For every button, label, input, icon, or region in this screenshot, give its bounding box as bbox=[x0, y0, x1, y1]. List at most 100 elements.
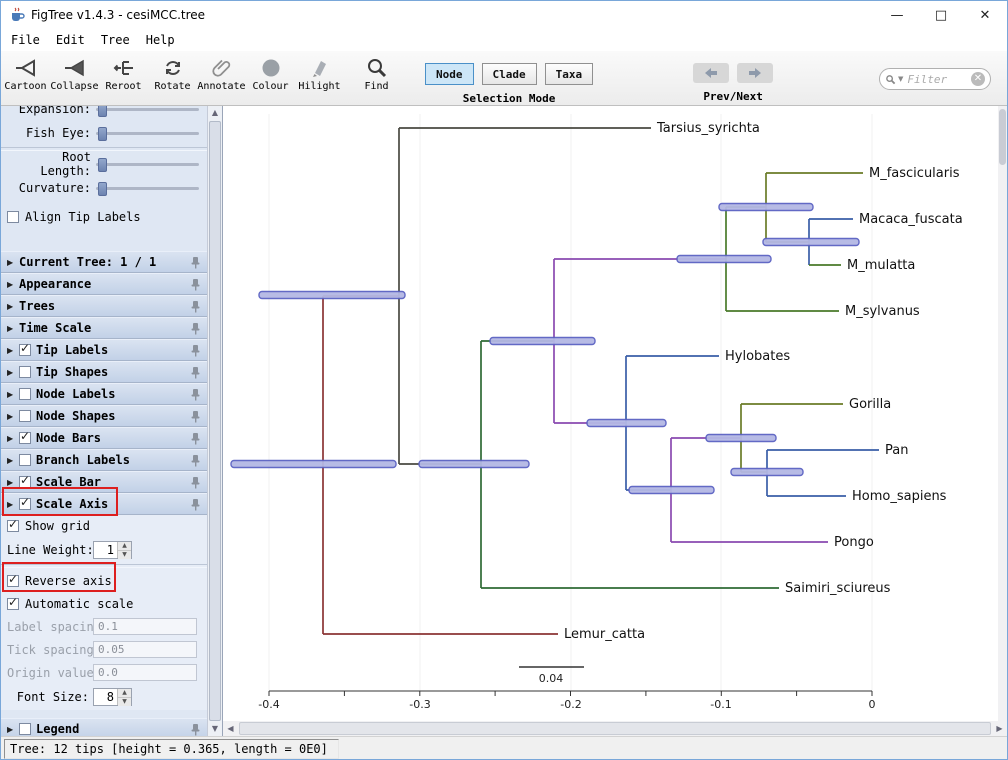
scrollbar-thumb[interactable] bbox=[209, 121, 221, 721]
automatic-scale-checkbox[interactable] bbox=[7, 595, 19, 610]
pin-icon[interactable] bbox=[190, 344, 201, 357]
scrollbar-thumb[interactable] bbox=[999, 109, 1006, 165]
menu-edit[interactable]: Edit bbox=[48, 33, 93, 47]
pin-icon[interactable] bbox=[190, 366, 201, 379]
reroot-button[interactable]: Reroot bbox=[99, 54, 148, 93]
node-labels-checkbox[interactable] bbox=[19, 388, 31, 400]
tip-labels-checkbox[interactable] bbox=[19, 341, 31, 356]
font-size-spinner[interactable]: 8 ▲ ▼ bbox=[93, 688, 132, 706]
spinner-down-icon[interactable]: ▼ bbox=[118, 698, 131, 706]
pin-icon[interactable] bbox=[190, 278, 201, 291]
sidebar-section-current-tree[interactable]: ▶ Current Tree: 1 / 1 bbox=[1, 251, 207, 273]
annotate-button[interactable]: Annotate bbox=[197, 54, 246, 93]
minimize-button[interactable]: — bbox=[875, 1, 919, 29]
sidebar-scrollbar[interactable]: ▲ ▼ bbox=[207, 106, 222, 736]
find-button[interactable]: Find bbox=[352, 54, 401, 93]
spinner-up-icon[interactable]: ▲ bbox=[118, 542, 131, 551]
sidebar-section-tip-shapes[interactable]: ▶ Tip Shapes bbox=[1, 361, 207, 383]
branch-labels-checkbox[interactable] bbox=[19, 454, 31, 466]
pin-icon[interactable] bbox=[190, 432, 201, 445]
sidebar-section-trees[interactable]: ▶ Trees bbox=[1, 295, 207, 317]
taxon-label: Pan bbox=[885, 443, 908, 458]
menu-bar: File Edit Tree Help bbox=[1, 29, 1007, 51]
pin-icon[interactable] bbox=[190, 322, 201, 335]
show-grid-checkbox[interactable] bbox=[7, 517, 19, 532]
selection-mode-taxa[interactable]: Taxa bbox=[544, 63, 594, 85]
expansion-slider[interactable] bbox=[96, 106, 201, 117]
spinner-up-icon[interactable]: ▲ bbox=[118, 689, 131, 698]
spinner-down-icon[interactable]: ▼ bbox=[118, 551, 131, 559]
taxa-labels[interactable]: Tarsius_syrichta M_fascicularis Macaca_f… bbox=[564, 121, 963, 642]
tree-viewport[interactable]: Tarsius_syrichta M_fascicularis Macaca_f… bbox=[223, 106, 998, 721]
scale-axis-checkbox[interactable] bbox=[19, 495, 31, 510]
root-length-slider[interactable] bbox=[96, 156, 201, 172]
taxon-label: Lemur_catta bbox=[564, 627, 645, 642]
pin-icon[interactable] bbox=[190, 723, 201, 736]
prev-next-caption: Prev/Next bbox=[703, 90, 763, 103]
maximize-button[interactable]: □ bbox=[919, 1, 963, 29]
collapse-button[interactable]: Collapse bbox=[50, 54, 99, 93]
line-weight-spinner[interactable]: 1 ▲ ▼ bbox=[93, 541, 132, 559]
sidebar-section-node-labels[interactable]: ▶ Node Labels bbox=[1, 383, 207, 405]
menu-file[interactable]: File bbox=[3, 33, 48, 47]
node-shapes-checkbox[interactable] bbox=[19, 410, 31, 422]
grid-lines bbox=[268, 114, 873, 691]
scale-bar-checkbox[interactable] bbox=[19, 473, 31, 488]
canvas-vertical-scrollbar[interactable] bbox=[998, 106, 1007, 721]
filter-input[interactable] bbox=[905, 71, 969, 87]
reverse-axis-checkbox[interactable] bbox=[7, 572, 19, 587]
tick-spacing-field: 0.05 bbox=[93, 641, 197, 658]
pin-icon[interactable] bbox=[190, 476, 201, 489]
svg-text:-0.4: -0.4 bbox=[258, 698, 279, 711]
tip-shapes-checkbox[interactable] bbox=[19, 366, 31, 378]
fish-eye-slider[interactable] bbox=[96, 125, 201, 141]
menu-tree[interactable]: Tree bbox=[93, 33, 138, 47]
rotate-button[interactable]: Rotate bbox=[148, 54, 197, 93]
figtree-window: FigTree v1.4.3 - cesiMCC.tree — □ ✕ File… bbox=[0, 0, 1008, 760]
close-button[interactable]: ✕ bbox=[963, 1, 1007, 29]
sidebar-section-scale-bar[interactable]: ▶ Scale Bar bbox=[1, 471, 207, 493]
scroll-down-icon[interactable]: ▼ bbox=[208, 722, 222, 736]
sidebar-section-branch-labels[interactable]: ▶ Branch Labels bbox=[1, 449, 207, 471]
selection-mode-node[interactable]: Node bbox=[425, 63, 474, 85]
sidebar-section-node-bars[interactable]: ▶ Node Bars bbox=[1, 427, 207, 449]
chevron-down-icon[interactable]: ▼ bbox=[898, 75, 903, 83]
svg-text:-0.3: -0.3 bbox=[409, 698, 430, 711]
scroll-up-icon[interactable]: ▲ bbox=[208, 106, 222, 120]
cartoon-button[interactable]: Cartoon bbox=[1, 54, 50, 93]
pin-icon[interactable] bbox=[190, 454, 201, 467]
node-bars-checkbox[interactable] bbox=[19, 429, 31, 444]
status-bar: Tree: 12 tips [height = 0.365, length = … bbox=[1, 736, 1007, 759]
scroll-right-icon[interactable]: ▶ bbox=[992, 724, 1007, 733]
legend-checkbox[interactable] bbox=[19, 723, 31, 735]
sidebar-section-tip-labels[interactable]: ▶ Tip Labels bbox=[1, 339, 207, 361]
sidebar-section-appearance[interactable]: ▶ Appearance bbox=[1, 273, 207, 295]
sidebar-section-legend[interactable]: ▶ Legend bbox=[1, 718, 207, 736]
colour-icon bbox=[259, 54, 283, 81]
sidebar-section-time-scale[interactable]: ▶ Time Scale bbox=[1, 317, 207, 339]
chevron-right-icon: ▶ bbox=[7, 345, 14, 355]
align-tip-labels-checkbox[interactable] bbox=[7, 211, 19, 223]
next-button[interactable] bbox=[737, 63, 774, 83]
scrollbar-thumb[interactable] bbox=[239, 722, 991, 735]
tree-status-text: Tree: 12 tips [height = 0.365, length = … bbox=[4, 739, 339, 759]
menu-help[interactable]: Help bbox=[138, 33, 183, 47]
node-bar bbox=[762, 237, 860, 247]
scroll-left-icon[interactable]: ◀ bbox=[223, 724, 238, 733]
curvature-slider[interactable] bbox=[96, 180, 201, 196]
pin-icon[interactable] bbox=[190, 388, 201, 401]
pin-icon[interactable] bbox=[190, 300, 201, 313]
filter-clear-button[interactable]: ✕ bbox=[971, 72, 985, 86]
selection-mode-clade[interactable]: Clade bbox=[481, 63, 537, 85]
pin-icon[interactable] bbox=[190, 256, 201, 269]
pin-icon[interactable] bbox=[190, 410, 201, 423]
prev-button[interactable] bbox=[693, 63, 730, 83]
sidebar-section-scale-axis[interactable]: ▶ Scale Axis bbox=[1, 493, 207, 515]
hilight-button[interactable]: Hilight bbox=[295, 54, 344, 93]
pin-icon[interactable] bbox=[190, 498, 201, 511]
chevron-right-icon: ▶ bbox=[7, 411, 14, 421]
canvas-horizontal-scrollbar[interactable]: ◀ ▶ bbox=[223, 721, 1007, 736]
colour-button[interactable]: Colour bbox=[246, 54, 295, 93]
sidebar-section-node-shapes[interactable]: ▶ Node Shapes bbox=[1, 405, 207, 427]
filter-box[interactable]: ▼ ✕ bbox=[879, 68, 991, 90]
